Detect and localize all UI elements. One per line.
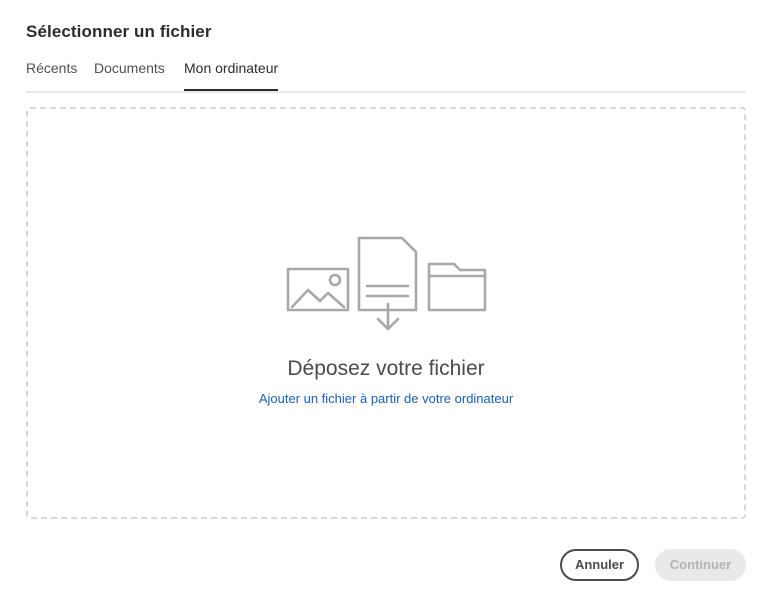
cancel-button[interactable]: Annuler bbox=[560, 549, 639, 581]
tab-documents[interactable]: Documents bbox=[94, 60, 165, 91]
tab-bar: Récents Documents Mon ordinateur bbox=[26, 56, 746, 93]
file-download-icon bbox=[357, 236, 418, 331]
folder-icon bbox=[427, 262, 487, 312]
continue-button[interactable]: Continuer bbox=[655, 549, 746, 581]
image-icon bbox=[286, 267, 350, 312]
file-dropzone[interactable]: Déposez votre fichier Ajouter un fichier… bbox=[26, 107, 746, 519]
tab-my-computer[interactable]: Mon ordinateur bbox=[184, 60, 279, 91]
dropzone-title: Déposez votre fichier bbox=[287, 357, 485, 380]
file-picker-dialog: Sélectionner un fichier Récents Document… bbox=[0, 0, 764, 598]
dialog-title: Sélectionner un fichier bbox=[26, 22, 212, 41]
browse-computer-link[interactable]: Ajouter un fichier à partir de votre ord… bbox=[28, 391, 744, 406]
dropzone-illustration bbox=[286, 236, 487, 331]
tab-recents[interactable]: Récents bbox=[26, 60, 77, 91]
